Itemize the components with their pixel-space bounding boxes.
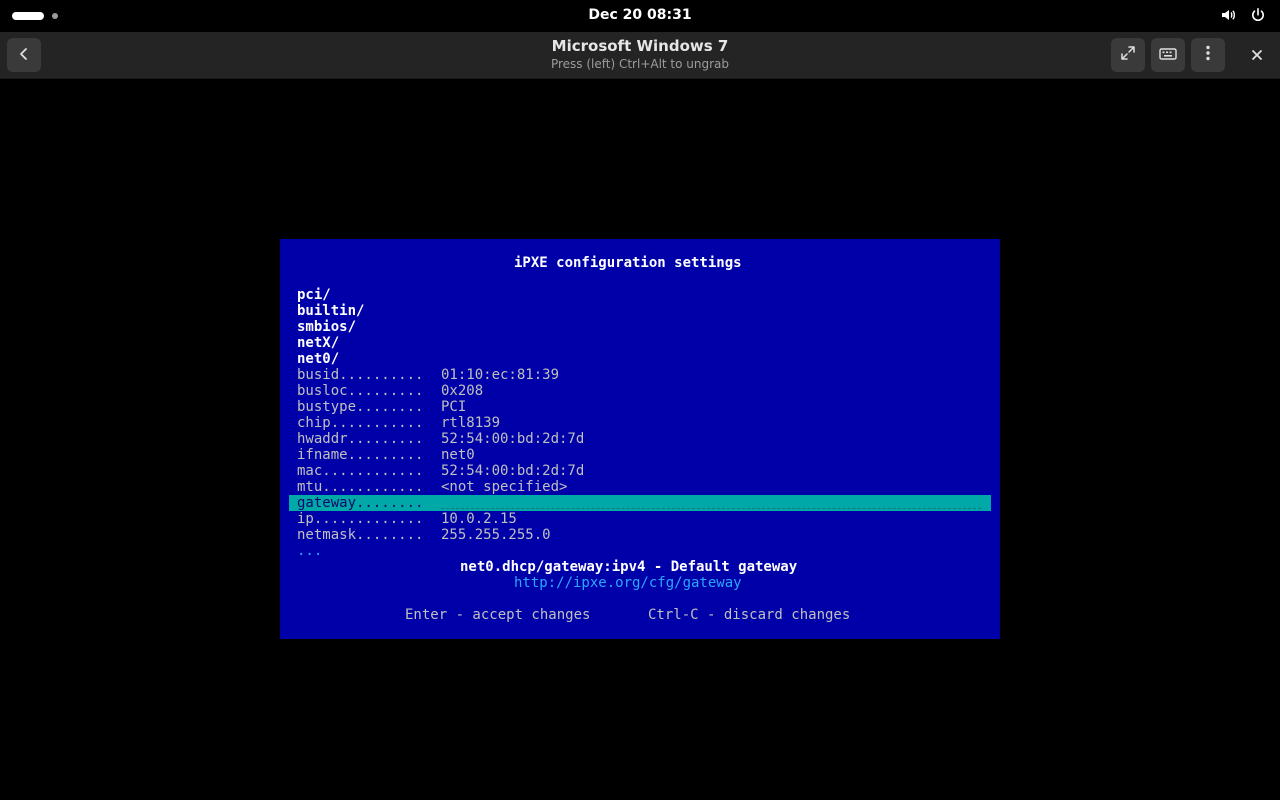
vm-display[interactable]: iPXE configuration settings pci/ builtin… — [280, 239, 1000, 639]
setting-key-mac[interactable]: mac............ — [297, 463, 423, 479]
settings-dir-smbios[interactable]: smbios/ — [297, 319, 356, 335]
menu-icon — [1206, 45, 1210, 65]
setting-value-busid: 01:10:ec:81:39 — [441, 367, 560, 383]
close-button[interactable] — [1240, 38, 1274, 72]
volume-icon[interactable] — [1220, 7, 1236, 23]
keyboard-button[interactable] — [1151, 38, 1185, 72]
settings-dir-netx[interactable]: netX/ — [297, 335, 339, 351]
back-button[interactable] — [7, 38, 41, 72]
window-title: Microsoft Windows 7 — [551, 37, 729, 55]
setting-value-mac: 52:54:00:bd:2d:7d — [441, 463, 585, 479]
setting-key-busid[interactable]: busid.......... — [297, 367, 423, 383]
window-subtitle: Press (left) Ctrl+Alt to ungrab — [550, 57, 730, 71]
system-top-bar: Dec 20 08:31 — [0, 0, 1280, 32]
settings-dir-net0[interactable]: net0/ — [297, 351, 339, 367]
settings-dir-pci[interactable]: pci/ — [297, 287, 331, 303]
setting-value-ifname: net0 — [441, 447, 475, 463]
setting-key-busloc[interactable]: busloc......... — [297, 383, 423, 399]
setting-description: net0.dhcp/gateway:ipv4 - Default gateway — [460, 559, 798, 575]
keyboard-icon — [1159, 46, 1177, 65]
power-icon[interactable] — [1250, 7, 1266, 23]
ctrl-c-hint: Ctrl-C - discard changes — [648, 607, 851, 623]
setting-value-netmask: 255.255.255.0 — [441, 527, 551, 543]
more-indicator: ... — [297, 543, 323, 559]
ipxe-title: iPXE configuration settings — [514, 255, 742, 271]
setting-value-ip: 10.0.2.15 — [441, 511, 517, 527]
back-icon — [17, 46, 31, 65]
enter-hint: Enter - accept changes — [405, 607, 591, 623]
date-time-clock[interactable]: Dec 20 08:31 — [588, 7, 691, 23]
menu-button[interactable] — [1191, 38, 1225, 72]
setting-value-bustype: PCI — [441, 399, 467, 415]
setting-key-ip[interactable]: ip............. — [297, 511, 423, 527]
help-url-link[interactable]: http://ipxe.org/cfg/gateway — [514, 575, 742, 591]
setting-key-chip[interactable]: chip........... — [297, 415, 423, 431]
setting-key-netmask[interactable]: netmask........ — [297, 527, 423, 543]
setting-value-hwaddr: 52:54:00:bd:2d:7d — [441, 431, 585, 447]
setting-key-mtu[interactable]: mtu............ — [297, 479, 423, 495]
gateway-input-field[interactable] — [441, 508, 981, 509]
setting-key-bustype[interactable]: bustype........ — [297, 399, 423, 415]
activities-indicator[interactable] — [12, 9, 58, 23]
workspace-dot — [52, 13, 58, 19]
fullscreen-icon — [1120, 45, 1136, 65]
workspace-active-pill — [12, 12, 44, 20]
fullscreen-button[interactable] — [1111, 38, 1145, 72]
setting-key-ifname[interactable]: ifname......... — [297, 447, 423, 463]
setting-value-busloc: 0x208 — [441, 383, 484, 399]
settings-dir-builtin[interactable]: builtin/ — [297, 303, 364, 319]
setting-value-mtu: <not specified> — [441, 479, 568, 495]
setting-value-chip: rtl8139 — [441, 415, 501, 431]
setting-key-hwaddr[interactable]: hwaddr......... — [297, 431, 423, 447]
close-icon — [1251, 46, 1263, 65]
setting-key-gateway[interactable]: gateway........ — [297, 495, 423, 511]
window-header-bar: Microsoft Windows 7 Press (left) Ctrl+Al… — [0, 32, 1280, 79]
